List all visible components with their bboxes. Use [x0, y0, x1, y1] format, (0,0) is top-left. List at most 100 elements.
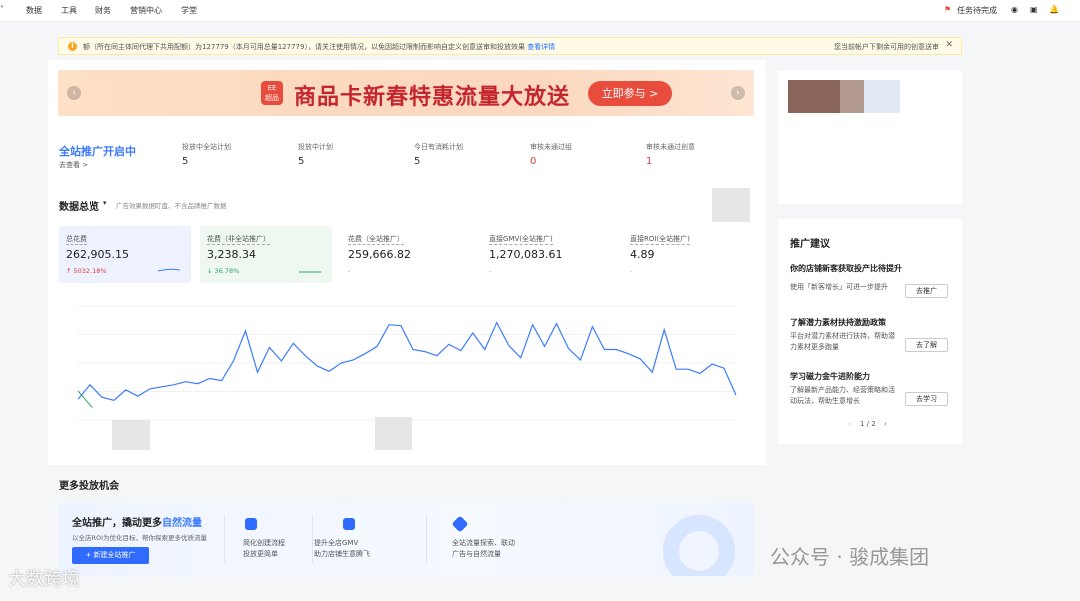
bell-icon[interactable]: 🔔: [1049, 5, 1059, 14]
metric-card-gmv[interactable]: 直接GMV(全站推广) 1,270,083.61 -: [482, 226, 614, 283]
tip-desc: 使用「新客增长」可进一步提升: [790, 283, 888, 291]
account-card: [778, 70, 962, 204]
chart-icon: [343, 518, 355, 530]
metric-label: 直接ROI(全站推广): [630, 235, 690, 245]
feature-text: 提升全店GMV 助力店铺生意腾飞: [314, 538, 370, 560]
series-line-non-fullsite[interactable]: [77, 390, 93, 408]
promo-status-title: 全站推广开启中: [59, 145, 136, 158]
metric-card-roi[interactable]: 直接ROI(全站推广) 4.89 -: [623, 226, 755, 283]
close-icon[interactable]: ✕: [945, 40, 953, 50]
nav-item-marketing[interactable]: 营销中心: [130, 5, 162, 16]
go-learn-button[interactable]: 去学习: [905, 392, 948, 406]
metric-delta: -: [630, 267, 633, 275]
banner-next-icon[interactable]: ›: [731, 86, 745, 100]
stat-label: 审核未通过创意: [646, 143, 695, 151]
more-section-title: 更多投放机会: [59, 481, 119, 492]
stat-label: 投放中计划: [298, 143, 333, 151]
feature-line: 全站流量探索、联动: [452, 539, 515, 547]
metric-value: 4.89: [630, 248, 655, 261]
metric-card-total-cost[interactable]: 总花费 262,905.15 ↑ 5032.18%: [59, 226, 191, 283]
metric-value: 262,905.15: [66, 248, 129, 261]
divider: [224, 515, 225, 563]
warning-icon: !: [68, 42, 77, 51]
record-icon[interactable]: ◉: [1011, 5, 1018, 14]
feature-line: 简化创建流程: [243, 539, 285, 547]
advice-title: 推广建议: [790, 239, 830, 250]
more-card-title: 全站推广，撬动更多自然流量: [72, 514, 202, 529]
go-promote-button[interactable]: 去推广: [905, 284, 948, 298]
metric-card-non-fullsite-cost[interactable]: 花费（非全站推广） 3,238.34 ↓ 36.78%: [200, 226, 332, 283]
notice-body: 额（所在同主体同代理下共用配额）为127779（本月可用总量127779），请关…: [83, 43, 525, 51]
nav-item-finance[interactable]: 财务: [95, 5, 111, 16]
stat-value[interactable]: 5: [414, 156, 420, 167]
avatar: [788, 80, 840, 113]
decorative-ring: [663, 515, 735, 576]
quota-notice: ! 额（所在同主体同代理下共用配额）为127779（本月可用总量127779），…: [58, 37, 962, 55]
nav-item-data[interactable]: 数据: [26, 5, 42, 16]
blurred-region: [864, 80, 900, 113]
tip-desc: 平台对潜力素材进行扶持，帮助潜力素材更多跑量: [790, 332, 895, 351]
advice-card: 推广建议 你的店铺新客获取投产比待提升 使用「新客增长」可进一步提升 去推广 了…: [778, 219, 962, 444]
stat-value[interactable]: 0: [530, 156, 536, 167]
trend-line-chart[interactable]: [70, 300, 750, 430]
metric-delta: ↑ 5032.18%: [66, 267, 107, 275]
promo-status-link[interactable]: 去查看 >: [59, 160, 88, 170]
learn-more-button[interactable]: 去了解: [905, 338, 948, 352]
nav-item-academy[interactable]: 学堂: [181, 5, 197, 16]
overview-title[interactable]: 数据总览: [59, 198, 99, 213]
promo-banner[interactable]: ‹ EE 超品 商品卡新春特惠流量大放送 立即参与 > ›: [58, 70, 754, 116]
nav-dropdown-chevron-icon[interactable]: ˅: [0, 5, 4, 14]
feature-line: 助力店铺生意腾飞: [314, 550, 370, 558]
banner-logo: EE 超品: [261, 81, 283, 105]
blurred-region: [840, 80, 864, 113]
banner-join-button[interactable]: 立即参与 >: [588, 81, 672, 106]
metric-delta: -: [348, 267, 351, 275]
tip-title: 你的店铺新客获取投产比待提升: [790, 264, 902, 273]
divider: [312, 515, 313, 563]
heart-icon: [245, 518, 257, 530]
divider: [426, 515, 427, 563]
more-card-title-highlight: 自然流量: [162, 518, 202, 529]
blurred-region: [375, 417, 412, 450]
overview-note: 广告效果数据盯盘、不含品牌推广数据: [116, 202, 227, 210]
fullsite-promo-card: 全站推广，撬动更多自然流量 以全店ROI为优化目标，帮你探索更多优质流量 + 新…: [58, 503, 754, 576]
metric-label: 总花费: [66, 235, 87, 245]
metric-card-fullsite-cost[interactable]: 花费（全站推广） 259,666.82 -: [341, 226, 473, 283]
feature-text: 简化创建流程 投放更简单: [243, 538, 285, 560]
task-pending-link[interactable]: 任务待完成: [957, 5, 997, 16]
diamond-icon: [451, 515, 469, 533]
metric-value: 3,238.34: [207, 248, 256, 261]
stat-label: 今日有消耗计划: [414, 143, 463, 151]
stat-value[interactable]: 5: [182, 156, 188, 167]
flag-icon: ⚑: [944, 5, 952, 14]
top-nav: ˅ 数据 工具 财务 营销中心 学堂 ⚑ 任务待完成 ◉ ▣ 🔔: [0, 0, 1080, 22]
notice-text: 额（所在同主体同代理下共用配额）为127779（本月可用总量127779），请关…: [83, 42, 555, 52]
pager-prev-icon[interactable]: ‹: [848, 420, 851, 428]
new-fullsite-promo-button[interactable]: + 新建全站推广: [72, 547, 149, 564]
pager-next-icon[interactable]: ›: [884, 420, 887, 428]
metric-delta: ↓ 36.78%: [207, 267, 240, 275]
pager-text: 1 / 2: [860, 420, 876, 428]
watermark-right: 公众号 · 骏成集团: [770, 545, 930, 569]
banner-prev-icon[interactable]: ‹: [67, 86, 81, 100]
more-card-desc: 以全店ROI为优化目标，帮你探索更多优质流量: [72, 534, 208, 542]
metric-label: 花费（全站推广）: [348, 235, 404, 245]
blurred-region: [712, 188, 750, 222]
caret-down-icon[interactable]: ▾: [103, 199, 107, 207]
notice-detail-link[interactable]: 查看详情: [527, 43, 555, 51]
metric-value: 259,666.82: [348, 248, 411, 261]
nav-item-tools[interactable]: 工具: [61, 5, 77, 16]
feature-line: 提升全店GMV: [314, 539, 359, 547]
more-card-title-main: 全站推广，撬动更多: [72, 518, 162, 529]
stat-value[interactable]: 5: [298, 156, 304, 167]
stat-label: 投放中全站计划: [182, 143, 231, 151]
blurred-region: [112, 420, 150, 450]
feature-line: 广告与自然流量: [452, 550, 501, 558]
message-icon[interactable]: ▣: [1030, 5, 1038, 14]
stat-label: 审核未通过组: [530, 143, 572, 151]
watermark-left: 大数跨境: [8, 569, 80, 590]
tip-title: 了解潜力素材扶持激励政策: [790, 318, 886, 327]
metric-value: 1,270,083.61: [489, 248, 563, 261]
feature-text: 全站流量探索、联动 广告与自然流量: [452, 538, 515, 560]
stat-value[interactable]: 1: [646, 156, 652, 167]
